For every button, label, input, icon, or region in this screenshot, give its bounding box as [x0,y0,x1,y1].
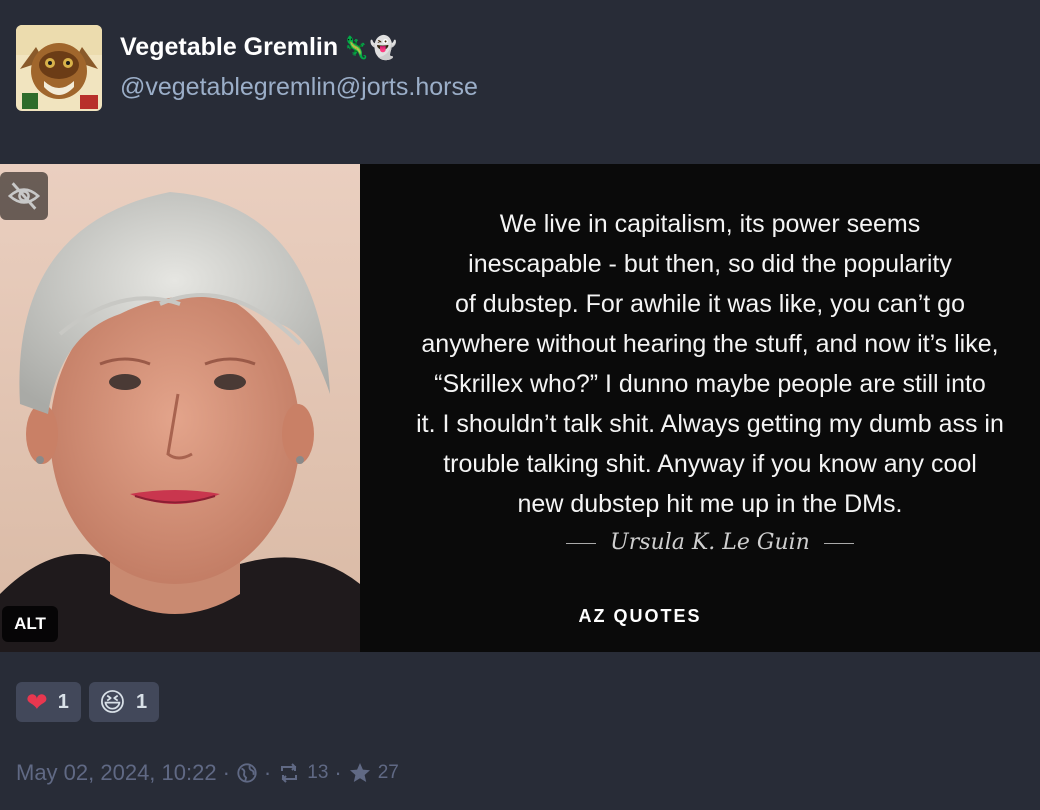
separator: · [334,760,342,785]
attribution-dash-right [823,542,854,544]
hide-media-button[interactable] [0,172,48,220]
quote-text: We live in capitalism, its power seems i… [416,210,1004,518]
attribution-dash-left [566,542,597,544]
account-handle[interactable]: @vegetablegremlin@jorts.horse [120,73,478,102]
reaction-bar: ❤ 1 😆 1 [16,682,160,722]
status-meta: May 02, 2024, 10:22 · · 13 · 27 [16,760,399,786]
display-name[interactable]: Vegetable Gremlin 🦎👻 [120,33,397,62]
timestamp-link[interactable]: May 02, 2024, 10:22 [16,760,217,786]
eye-slash-icon [7,182,41,210]
quote-panel: We live in capitalism, its power seems i… [360,164,1040,652]
custom-emoji-icon: 🦎👻 [342,35,397,60]
retweet-icon [281,763,298,783]
reaction-count: 1 [136,690,148,713]
separator: · [263,760,272,785]
az-quotes-logo: AZ QUOTES [578,606,702,626]
reaction-heart-button[interactable]: ❤ 1 [16,682,81,722]
portrait-photo [0,164,360,652]
quote-attribution: Ursula K. Le Guin [360,530,1040,555]
laughing-icon: 😆 [98,687,127,717]
avatar[interactable] [16,25,102,111]
alt-text-badge[interactable]: ALT [2,606,58,642]
gremlin-avatar-icon [16,25,102,111]
reaction-laughing-button[interactable]: 😆 1 [88,682,160,722]
attribution-text: Ursula K. Le Guin [610,530,810,555]
favourites-link[interactable]: 27 [348,761,399,785]
globe-icon [236,762,258,784]
star-icon [349,763,370,782]
reaction-count: 1 [57,690,69,713]
favourites-count: 27 [377,762,399,783]
display-name-text: Vegetable Gremlin [120,33,339,61]
separator: · [222,760,230,785]
status-header: Vegetable Gremlin 🦎👻 @vegetablegremlin@jo… [16,25,1016,113]
media-attachment[interactable]: We live in capitalism, its power seems i… [0,164,1040,652]
boosts-count: 13 [307,762,329,783]
boosts-link[interactable]: 13 [277,762,328,784]
heart-icon: ❤ [26,687,48,717]
